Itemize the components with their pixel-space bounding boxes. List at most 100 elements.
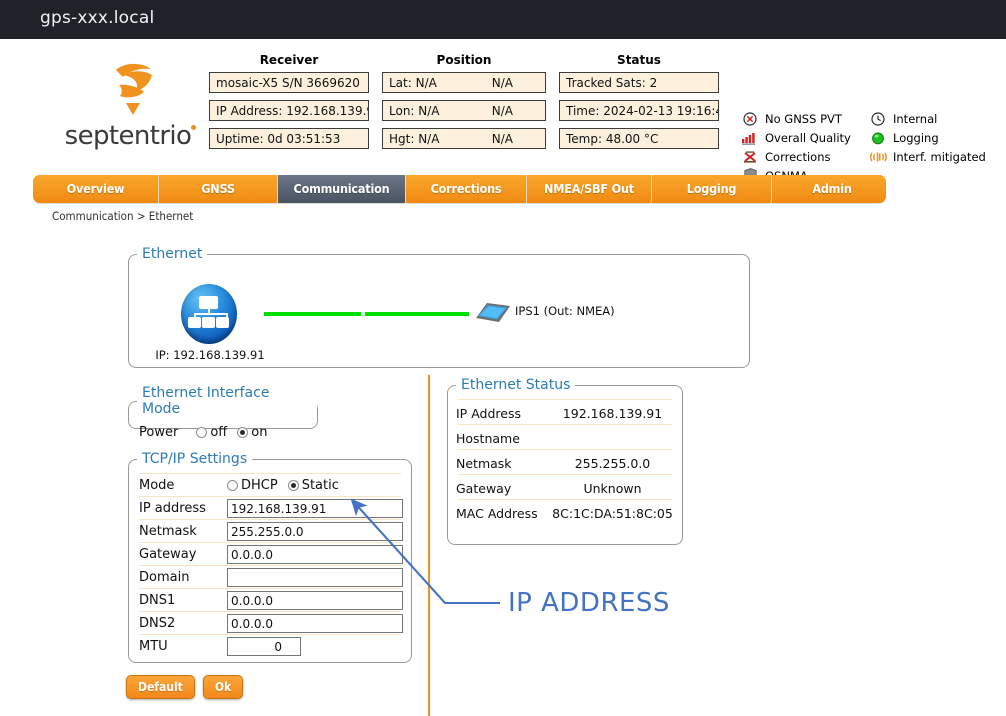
tcpip-mode-label: Mode [139,478,175,493]
status-indicator-label: Internal [893,111,938,126]
breadcrumb: Communication > Ethernet [52,209,194,223]
status-row-ip-address: IP Address 192.168.139.91 [456,401,674,426]
status-indicator-list-right: Internal Logging Interf. mitigated [868,109,986,166]
status-row-hostname: Hostname [456,426,674,451]
tcpip-ip-address-row: IP address [139,497,403,520]
netmask-input[interactable] [227,522,403,541]
status-indicator: Overall Quality [740,128,851,147]
info-box-value: N/A [491,76,513,90]
interference-icon [868,149,888,165]
ethernet-diagram-legend: Ethernet [142,246,203,262]
info-box-value: N/A [491,104,513,118]
status-indicator-label: Overall Quality [765,130,851,145]
status-indicator-label: Logging [893,130,939,145]
ip-address-label: IP address [139,501,206,516]
power-off-radio[interactable] [196,427,208,438]
dns2-label: DNS2 [139,616,176,631]
ok-button[interactable]: Ok [202,675,244,699]
status-value: 255.255.0.0 [574,456,651,471]
vertical-divider [428,375,430,716]
info-box: Hgt: N/A N/A [382,128,546,149]
dns1-label: DNS1 [139,593,176,608]
address-bar-url[interactable]: gps-xxx.local [40,8,154,28]
status-indicator-label: Corrections [765,149,831,164]
status-key: Gateway [456,481,512,496]
tcpip-domain-row: Domain [139,566,403,589]
diagram-endpoint-label: IPS1 (Out: NMEA) [515,304,615,318]
tcpip-mtu-row: MTU [139,635,301,658]
ip-server-device-icon [476,303,510,322]
brand-dot-icon [191,125,196,130]
gateway-input[interactable] [227,545,403,564]
ip-address-input[interactable] [227,499,403,518]
tcpip-gateway-row: Gateway [139,543,403,566]
browser-title-bar: gps-xxx.local [0,0,1006,39]
tab-communication[interactable]: Communication [278,175,406,203]
septentrio-logomark-icon [116,63,152,115]
mode-static-label: Static [301,478,339,493]
info-box: IP Address: 192.168.139.91 [209,100,369,121]
info-box-text: Temp: 48.00 °C [566,132,659,146]
status-row-mac-address: MAC Address 8C:1C:DA:51:8C:05 [456,501,674,526]
info-box: Uptime: 0d 03:51:53 [209,128,369,149]
status-key: MAC Address [456,506,538,521]
status-row-gateway: Gateway Unknown [456,476,674,501]
tab-gnss[interactable]: GNSS [159,175,278,203]
netmask-label: Netmask [139,524,197,539]
septentrio-logo: septentrio [48,59,208,159]
tab-overview[interactable]: Overview [33,175,159,203]
ethernet-diagram-panel: Ethernet IP: 192.168.139.91 IPS1 (Out: N… [128,246,750,368]
signal-bars-icon [740,130,760,146]
power-on-radio[interactable] [237,427,249,438]
info-box-text: mosaic-X5 S/N 3669620 [216,76,360,90]
status-indicator: Interf. mitigated [868,147,986,166]
status-value: Unknown [583,481,642,496]
link-connection-line [264,312,469,316]
gateway-label: Gateway [139,547,197,562]
mode-static-radio[interactable] [287,480,299,491]
info-box-text: IP Address: 192.168.139.91 [216,104,369,118]
mode-dhcp-option[interactable]: DHCP [227,478,278,493]
status-key: Hostname [456,431,520,446]
mode-dhcp-radio[interactable] [227,480,238,491]
status-value: 192.168.139.91 [562,406,663,421]
power-control-row: Power off on [139,425,277,440]
tab-corrections[interactable]: Corrections [406,175,527,203]
info-box-text: Lon: N/A [389,104,440,118]
mtu-label: MTU [139,639,168,654]
ethernet-status-panel: Ethernet Status IP Address 192.168.139.9… [447,377,683,545]
info-box: Temp: 48.00 °C [559,128,719,149]
info-box: Time: 2024-02-13 19:16:43 [559,100,719,121]
power-off-option[interactable]: off [196,425,227,440]
annotation-label: IP ADDRESS [508,588,670,618]
info-column-title: Position [436,53,492,67]
tab-nmea-sbf-out[interactable]: NMEA/SBF Out [527,175,652,203]
power-on-option[interactable]: on [237,425,267,440]
status-indicator-label: No GNSS PVT [765,111,842,126]
mtu-input[interactable] [227,637,301,656]
dns2-input[interactable] [227,614,403,633]
tcpip-mode-row: Mode DHCP Static [139,474,349,497]
tab-logging[interactable]: Logging [652,175,772,203]
network-hub-icon [181,284,237,344]
interface-mode-legend: Ethernet Interface Mode [142,385,270,417]
form-action-buttons: Default Ok [126,675,244,699]
default-button[interactable]: Default [126,675,195,699]
dns1-input[interactable] [227,591,403,610]
status-value: 8C:1C:DA:51:8C:05 [552,506,673,521]
diagram-device-ip: IP: 192.168.139.91 [155,348,265,362]
power-label: Power [139,425,179,440]
ethernet-status-legend: Ethernet Status [461,377,571,393]
status-key: Netmask [456,456,512,471]
tab-admin[interactable]: Admin [772,175,886,203]
info-column-status: Status Tracked Sats: 2 Time: 2024-02-13 … [559,53,719,156]
domain-label: Domain [139,570,190,585]
info-box: Lon: N/A N/A [382,100,546,121]
info-column-title: Receiver [259,53,319,67]
info-box-text: Tracked Sats: 2 [566,76,658,90]
info-box-text: Hgt: N/A [389,132,440,146]
mode-dhcp-label: DHCP [241,478,278,493]
main-navigation: Overview GNSS Communication Corrections … [33,175,886,203]
mode-static-option[interactable]: Static [287,478,339,493]
domain-input[interactable] [227,568,403,587]
